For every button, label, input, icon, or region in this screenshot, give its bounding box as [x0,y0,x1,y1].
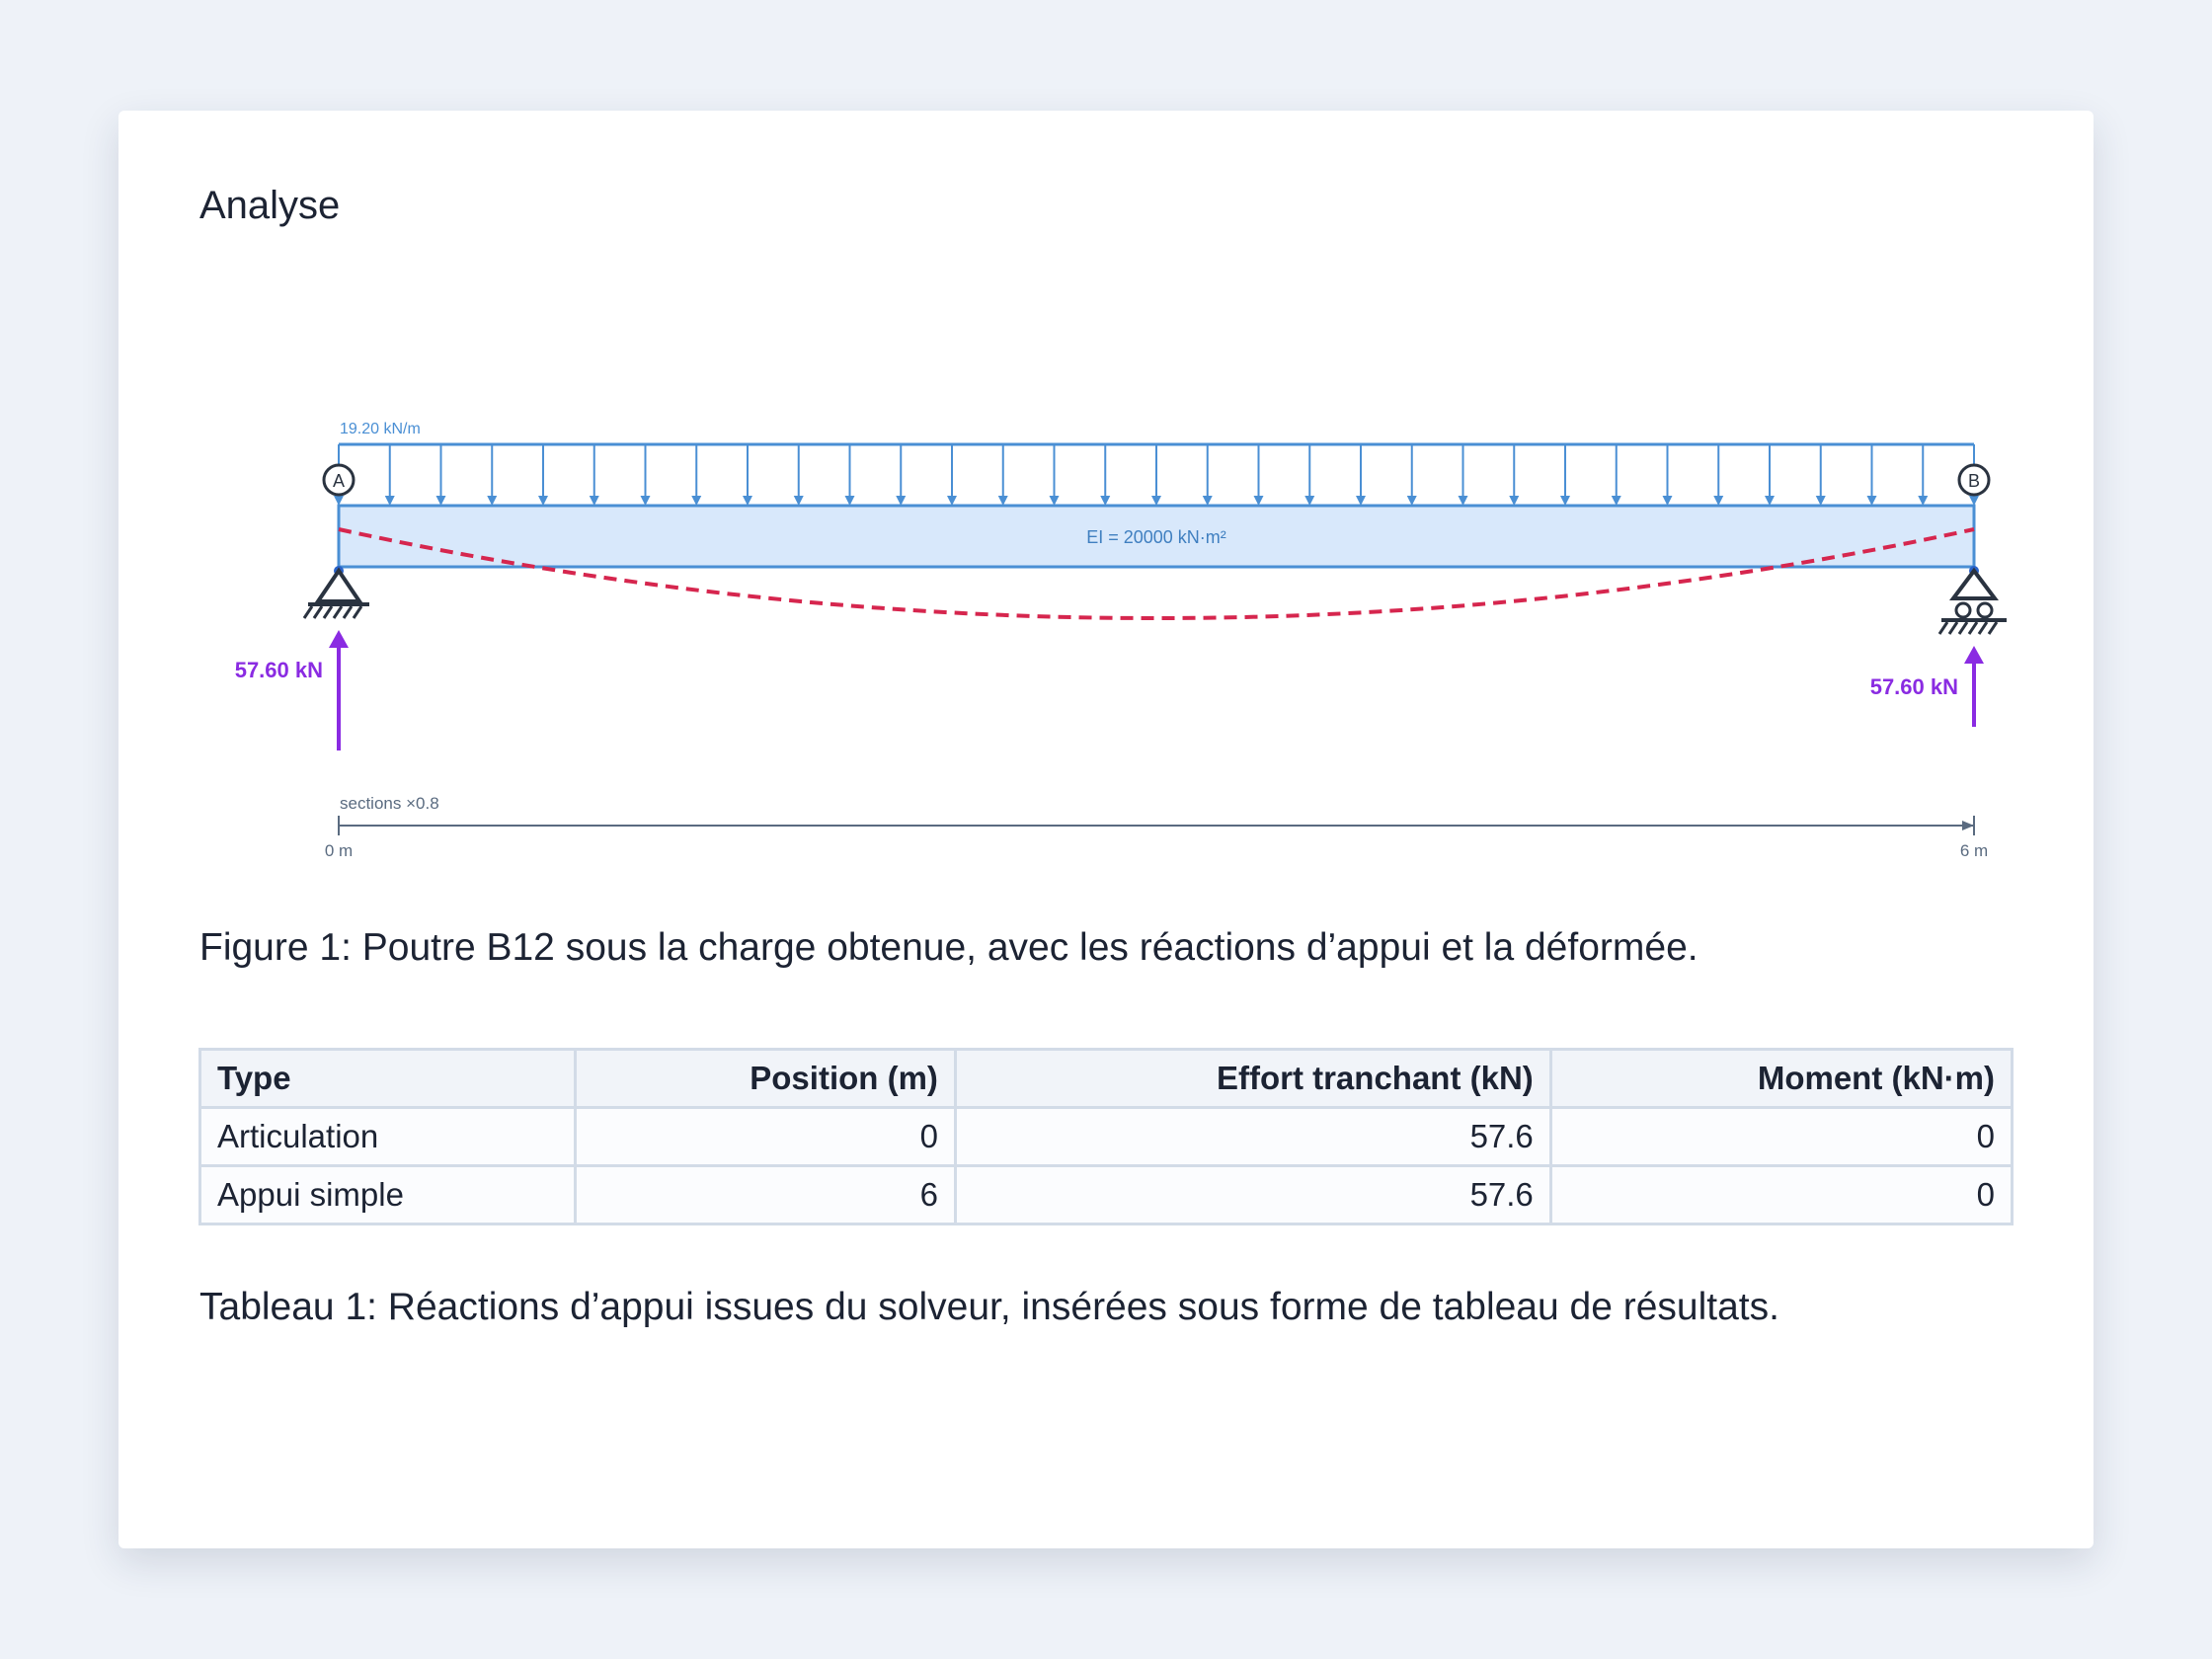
axis-start-label: 0 m [325,841,353,860]
cell-shear: 57.6 [953,1106,1552,1167]
figure-caption: Figure 1: Poutre B12 sous la charge obte… [199,926,1698,969]
header-position: Position (m) [573,1048,957,1109]
pin-support-icon [302,566,369,619]
roller-support-icon [1937,566,2007,635]
cell-type: Articulation [198,1106,577,1167]
reaction-b-label: 57.60 kN [1870,674,1958,699]
table-row: Articulation 0 57.6 0 [198,1106,2014,1167]
node-b-marker: B [1957,463,1991,497]
cell-moment: 0 [1548,1106,2014,1167]
table-row: Appui simple 6 57.6 0 [198,1164,2014,1225]
cell-moment: 0 [1548,1164,2014,1225]
reaction-a-label: 57.60 kN [235,658,323,682]
cell-type: Appui simple [198,1164,577,1225]
beam-diagram: 19.20 kN/m EI = 20000 kN·m² A B 57.60 kN… [235,421,2007,860]
node-a-marker: A [322,463,356,497]
report-card: Analyse 19.20 kN/m EI = 20000 kN·m² A B [118,111,2094,1548]
cell-position: 6 [573,1164,957,1225]
scale-label: sections ×0.8 [340,794,439,813]
table-caption: Tableau 1: Réactions d’appui issues du s… [199,1286,1779,1328]
header-shear: Effort tranchant (kN) [953,1048,1552,1109]
node-b-label: B [1968,471,1980,491]
reaction-a-arrow [329,630,349,750]
header-type: Type [198,1048,577,1109]
length-axis [338,816,1975,835]
header-moment: Moment (kN·m) [1548,1048,2014,1109]
node-a-label: A [333,471,345,491]
axis-end-label: 6 m [1960,841,1988,860]
cell-position: 0 [573,1106,957,1167]
cell-shear: 57.6 [953,1164,1552,1225]
results-table: Type Position (m) Effort tranchant (kN) … [198,1048,2014,1225]
load-arrows [334,444,1979,506]
load-label: 19.20 kN/m [340,421,421,437]
reaction-b-arrow [1964,646,1984,727]
stiffness-label: EI = 20000 kN·m² [1086,527,1226,547]
table-header-row: Type Position (m) Effort tranchant (kN) … [198,1048,2014,1109]
